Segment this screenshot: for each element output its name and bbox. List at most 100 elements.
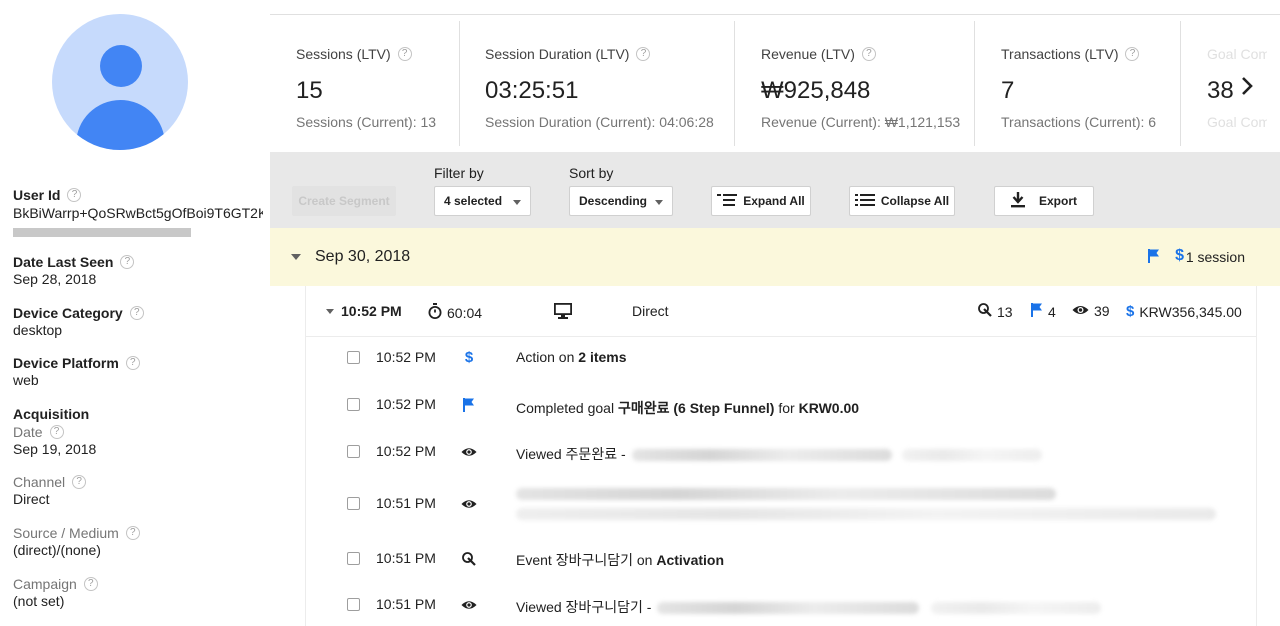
hit-row[interactable]: 10:52 PM Completed goal 구매완료 (6 Step Fun… — [306, 393, 1256, 417]
sort-select[interactable]: Descending — [569, 186, 673, 216]
help-icon[interactable]: ? — [129, 306, 144, 320]
acquisition-date-label-text: Date — [13, 424, 43, 440]
session-pageviews-count: 39 — [1094, 303, 1110, 319]
hit-description: Event 장바구니담기 on Activation — [516, 550, 724, 570]
metric-title: Goal Completions — [1207, 46, 1267, 62]
metric-title-text: Session Duration (LTV) — [485, 46, 630, 62]
metric-value: 7 — [1001, 77, 1015, 104]
hit-row[interactable]: 10:51 PM Event 장바구니담기 on Activation — [306, 547, 1256, 571]
hit-description-bold: Activation — [656, 552, 725, 568]
help-icon[interactable]: ? — [397, 47, 412, 61]
metric-value: 03:25:51 — [485, 77, 579, 104]
session-time: 10:52 PM — [341, 303, 402, 319]
hit-time: 10:51 PM — [376, 495, 436, 511]
hit-description — [516, 488, 1216, 520]
hit-row[interactable]: 10:51 PM Viewed 장바구니담기 - — [306, 593, 1256, 617]
toolbar: Create Segment Filter by 4 selected Sort… — [270, 152, 1280, 228]
user-profile-sidebar: User Id? BkBiWarrp+QoSRwBct5gOfBoi9T6GT2… — [0, 0, 270, 626]
row-checkbox[interactable] — [347, 445, 360, 458]
help-icon[interactable]: ? — [49, 425, 64, 439]
export-button[interactable]: Export — [994, 186, 1094, 216]
desktop-icon — [554, 303, 572, 319]
filter-label: Filter by — [434, 165, 484, 181]
filter-select-value: 4 selected — [444, 194, 503, 208]
help-icon[interactable]: ? — [636, 47, 651, 61]
caret-down-icon — [513, 200, 521, 205]
redacted-text — [901, 449, 1042, 462]
redacted-text — [516, 508, 1216, 520]
metric-value: 38 — [1207, 77, 1234, 104]
eye-icon — [1072, 303, 1089, 319]
sort-label: Sort by — [569, 165, 614, 181]
avatar — [52, 14, 188, 150]
source-medium-label-text: Source / Medium — [13, 525, 119, 541]
eye-icon — [461, 597, 477, 613]
date-last-seen-label-text: Date Last Seen — [13, 254, 114, 270]
row-checkbox[interactable] — [347, 351, 360, 364]
hit-description-text: Completed goal — [516, 400, 618, 416]
collapse-all-button[interactable]: Collapse All — [849, 186, 955, 216]
hit-description-text: Event 장바구니담기 on — [516, 552, 657, 568]
session-goals: 4 — [1031, 303, 1056, 320]
filter-select[interactable]: 4 selected — [434, 186, 531, 216]
date-last-seen-value: Sep 28, 2018 — [13, 271, 97, 287]
device-category-block: Device Category? desktop — [13, 304, 263, 340]
redacted-text — [657, 602, 920, 615]
device-platform-label: Device Platform? — [13, 354, 263, 372]
session-events: 13 — [978, 303, 1013, 320]
create-segment-button[interactable]: Create Segment — [292, 186, 396, 216]
event-icon — [978, 303, 992, 320]
help-icon[interactable]: ? — [72, 475, 87, 489]
acquisition-date-value: Sep 19, 2018 — [13, 441, 97, 457]
metric-current: Goal Completions — [1207, 114, 1267, 130]
help-icon[interactable]: ? — [120, 255, 135, 269]
help-icon[interactable]: ? — [67, 188, 82, 202]
session-header-row[interactable]: 10:52 PM 60:04 Direct 13 4 39 $ KRW356,3… — [306, 286, 1256, 337]
expand-all-button[interactable]: Expand All — [711, 186, 811, 216]
hit-row[interactable]: 10:52 PM Viewed 주문완료 - — [306, 440, 1256, 464]
row-checkbox[interactable] — [347, 497, 360, 510]
help-icon[interactable]: ? — [861, 47, 876, 61]
metric-value: 15 — [296, 77, 323, 104]
row-checkbox[interactable] — [347, 598, 360, 611]
hit-row[interactable]: 10:51 PM — [306, 484, 1256, 524]
metric-session-duration: Session Duration (LTV)? 03:25:51 Session… — [485, 21, 735, 146]
expand-all-label: Expand All — [743, 194, 805, 208]
chevron-right-icon[interactable] — [1240, 75, 1254, 103]
help-icon[interactable]: ? — [125, 356, 140, 370]
avatar-body-shape — [76, 100, 165, 150]
hit-description-text: Viewed 장바구니담기 - — [516, 599, 656, 615]
date-group-date: Sep 30, 2018 — [315, 248, 411, 265]
device-category-label: Device Category? — [13, 304, 263, 322]
row-checkbox[interactable] — [347, 552, 360, 565]
metric-title-text: Revenue (LTV) — [761, 46, 855, 62]
device-category-label-text: Device Category — [13, 305, 123, 321]
hit-time: 10:52 PM — [376, 396, 436, 412]
eye-icon — [461, 496, 477, 512]
metric-current: Revenue (Current): ₩1,121,153 — [761, 114, 961, 130]
metric-current: Transactions (Current): 6 — [1001, 114, 1157, 130]
hit-description-text: Viewed 주문완료 - — [516, 446, 630, 462]
help-icon[interactable]: ? — [1125, 47, 1140, 61]
dollar-icon: $ — [464, 348, 474, 366]
date-group-row[interactable]: Sep 30, 2018 $ 1 session — [270, 228, 1280, 286]
caret-down-icon[interactable] — [326, 309, 334, 314]
help-icon[interactable]: ? — [83, 577, 98, 591]
redacted-bar — [13, 228, 191, 237]
collapse-all-label: Collapse All — [880, 194, 950, 208]
event-icon — [461, 551, 477, 567]
session-revenue-value: KRW356,345.00 — [1139, 303, 1242, 320]
campaign-block: Campaign? (not set) — [13, 575, 263, 611]
row-checkbox[interactable] — [347, 398, 360, 411]
help-icon[interactable]: ? — [125, 526, 140, 540]
hit-description-bold: KRW0.00 — [798, 400, 860, 416]
device-platform-label-text: Device Platform — [13, 355, 119, 371]
caret-down-icon[interactable] — [291, 254, 301, 260]
metric-current: Session Duration (Current): 04:06:28 — [485, 114, 714, 130]
metric-goal-completions: Goal Completions 38 Goal Completions — [1207, 21, 1267, 146]
hit-description-bold: 2 items — [578, 349, 627, 365]
hit-row[interactable]: 10:52 PM $ Action on 2 items — [306, 346, 1256, 370]
collapse-list-icon — [854, 193, 875, 210]
user-id-value: BkBiWarrp+QoSRwBct5gOfBoi9T6GT2K — [13, 205, 263, 221]
redacted-text — [631, 449, 892, 462]
